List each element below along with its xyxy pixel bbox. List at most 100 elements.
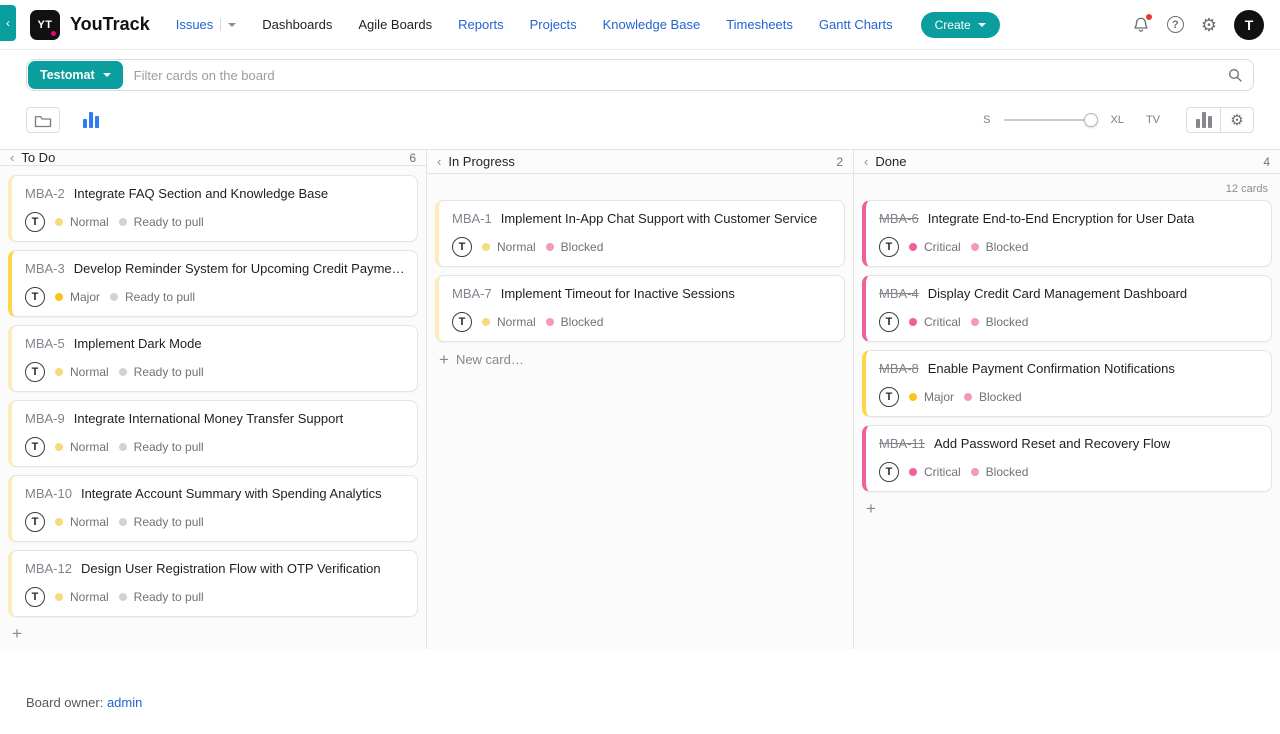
issue-title[interactable]: Display Credit Card Management Dashboard (928, 286, 1187, 301)
chevron-down-icon[interactable] (228, 23, 236, 27)
assignee-avatar[interactable]: T (25, 512, 45, 532)
issue-id[interactable]: MBA-6 (879, 211, 919, 226)
issue-id[interactable]: MBA-9 (25, 411, 65, 426)
user-avatar[interactable]: T (1234, 10, 1264, 40)
nav-item[interactable]: Projects (530, 17, 577, 32)
issue-id[interactable]: MBA-3 (25, 261, 65, 276)
issue-id[interactable]: MBA-5 (25, 336, 65, 351)
assignee-avatar[interactable]: T (452, 312, 472, 332)
issue-card[interactable]: MBA-7 Implement Timeout for Inactive Ses… (435, 275, 845, 342)
issue-id[interactable]: MBA-12 (25, 561, 72, 576)
issue-title[interactable]: Integrate International Money Transfer S… (74, 411, 344, 426)
state-dot (971, 468, 979, 476)
folder-icon[interactable] (26, 107, 60, 133)
nav-item[interactable]: Timesheets (726, 17, 793, 32)
assignee-avatar[interactable]: T (879, 237, 899, 257)
issue-title[interactable]: Integrate Account Summary with Spending … (81, 486, 382, 501)
search-icon[interactable] (1217, 67, 1253, 83)
column-title: Done (875, 154, 906, 169)
create-button-label: Create (935, 18, 971, 32)
collapse-column-icon[interactable]: ‹ (10, 151, 14, 164)
nav-item[interactable]: Issues (176, 17, 237, 32)
sidebar-toggle[interactable]: ‹ (0, 5, 16, 41)
assignee-avatar[interactable]: T (25, 362, 45, 382)
issue-title[interactable]: Integrate End-to-End Encryption for User… (928, 211, 1195, 226)
nav-item[interactable]: Knowledge Base (603, 17, 701, 32)
nav-item[interactable]: Gantt Charts (819, 17, 893, 32)
slider-track[interactable] (1004, 119, 1096, 121)
issue-id[interactable]: MBA-11 (879, 436, 925, 451)
chart-columns-icon[interactable] (74, 107, 108, 133)
chevron-down-icon (978, 23, 986, 27)
add-card-button[interactable]: + (854, 492, 1280, 526)
add-card-button[interactable]: + New card… (427, 342, 853, 377)
nav-item[interactable]: Reports (458, 17, 504, 32)
priority-dot (909, 243, 917, 251)
issue-title[interactable]: Develop Reminder System for Upcoming Cre… (74, 261, 405, 276)
help-icon[interactable]: ? (1167, 16, 1184, 33)
collapse-column-icon[interactable]: ‹ (437, 155, 441, 168)
tv-mode-button[interactable]: TV (1146, 114, 1160, 126)
issue-title[interactable]: Implement In-App Chat Support with Custo… (501, 211, 817, 226)
issue-card[interactable]: MBA-8 Enable Payment Confirmation Notifi… (862, 350, 1272, 417)
assignee-avatar[interactable]: T (25, 287, 45, 307)
board-settings-gear-icon[interactable]: ⚙ (1220, 107, 1254, 133)
assignee-avatar[interactable]: T (452, 237, 472, 257)
assignee-avatar[interactable]: T (25, 437, 45, 457)
plus-icon: + (12, 627, 22, 641)
assignee-avatar[interactable]: T (879, 387, 899, 407)
chart-icon[interactable] (1186, 107, 1220, 133)
issue-card[interactable]: MBA-5 Implement Dark Mode T Normal Ready… (8, 325, 418, 392)
issue-id[interactable]: MBA-8 (879, 361, 919, 376)
slider-handle[interactable] (1084, 113, 1098, 127)
nav-item[interactable]: Dashboards (262, 17, 332, 32)
state-label: Ready to pull (134, 215, 204, 229)
issue-id[interactable]: MBA-1 (452, 211, 492, 226)
column-header[interactable]: ‹ To Do 6 (0, 150, 426, 166)
add-card-button[interactable]: + (0, 617, 426, 651)
issue-title[interactable]: Implement Timeout for Inactive Sessions (501, 286, 735, 301)
issue-card[interactable]: MBA-2 Integrate FAQ Section and Knowledg… (8, 175, 418, 242)
nav-item[interactable]: Agile Boards (358, 17, 432, 32)
board-selector-button[interactable]: Testomat (28, 61, 123, 89)
main-nav: Issues Dashboards Agile Boards Reports P… (176, 17, 893, 32)
issue-card[interactable]: MBA-9 Integrate International Money Tran… (8, 400, 418, 467)
state-dot (119, 443, 127, 451)
create-button[interactable]: Create (921, 12, 1000, 38)
notifications-bell-icon[interactable] (1132, 16, 1150, 34)
issue-title[interactable]: Implement Dark Mode (74, 336, 202, 351)
state-label: Blocked (986, 240, 1029, 254)
collapse-column-icon[interactable]: ‹ (864, 155, 868, 168)
assignee-avatar[interactable]: T (879, 312, 899, 332)
state-dot (546, 243, 554, 251)
column-header[interactable]: ‹ Done 4 (854, 150, 1280, 174)
card-size-slider[interactable] (1004, 113, 1096, 127)
settings-gear-icon[interactable]: ⚙ (1201, 16, 1217, 34)
youtrack-logo[interactable]: YT (30, 10, 60, 40)
issue-title[interactable]: Add Password Reset and Recovery Flow (934, 436, 1170, 451)
assignee-avatar[interactable]: T (25, 212, 45, 232)
issue-card[interactable]: MBA-1 Implement In-App Chat Support with… (435, 200, 845, 267)
issue-id[interactable]: MBA-7 (452, 286, 492, 301)
issue-card[interactable]: MBA-6 Integrate End-to-End Encryption fo… (862, 200, 1272, 267)
issue-card[interactable]: MBA-4 Display Credit Card Management Das… (862, 275, 1272, 342)
issue-title[interactable]: Enable Payment Confirmation Notification… (928, 361, 1175, 376)
issue-title[interactable]: Integrate FAQ Section and Knowledge Base (74, 186, 328, 201)
issue-id[interactable]: MBA-4 (879, 286, 919, 301)
assignee-avatar[interactable]: T (879, 462, 899, 482)
issue-id[interactable]: MBA-2 (25, 186, 65, 201)
column-header[interactable]: ‹ In Progress 2 (427, 150, 853, 174)
priority-label: Critical (924, 465, 961, 479)
state-label: Ready to pull (134, 590, 204, 604)
assignee-avatar[interactable]: T (25, 587, 45, 607)
issue-card[interactable]: MBA-10 Integrate Account Summary with Sp… (8, 475, 418, 542)
issue-id[interactable]: MBA-10 (25, 486, 72, 501)
issue-card[interactable]: MBA-12 Design User Registration Flow wit… (8, 550, 418, 617)
issue-title[interactable]: Design User Registration Flow with OTP V… (81, 561, 381, 576)
issue-card[interactable]: MBA-3 Develop Reminder System for Upcomi… (8, 250, 418, 317)
board-owner-link[interactable]: admin (107, 695, 142, 710)
chevron-down-icon (103, 73, 111, 77)
priority-label: Normal (70, 515, 109, 529)
filter-cards-input[interactable] (124, 68, 1217, 83)
issue-card[interactable]: MBA-11 Add Password Reset and Recovery F… (862, 425, 1272, 492)
